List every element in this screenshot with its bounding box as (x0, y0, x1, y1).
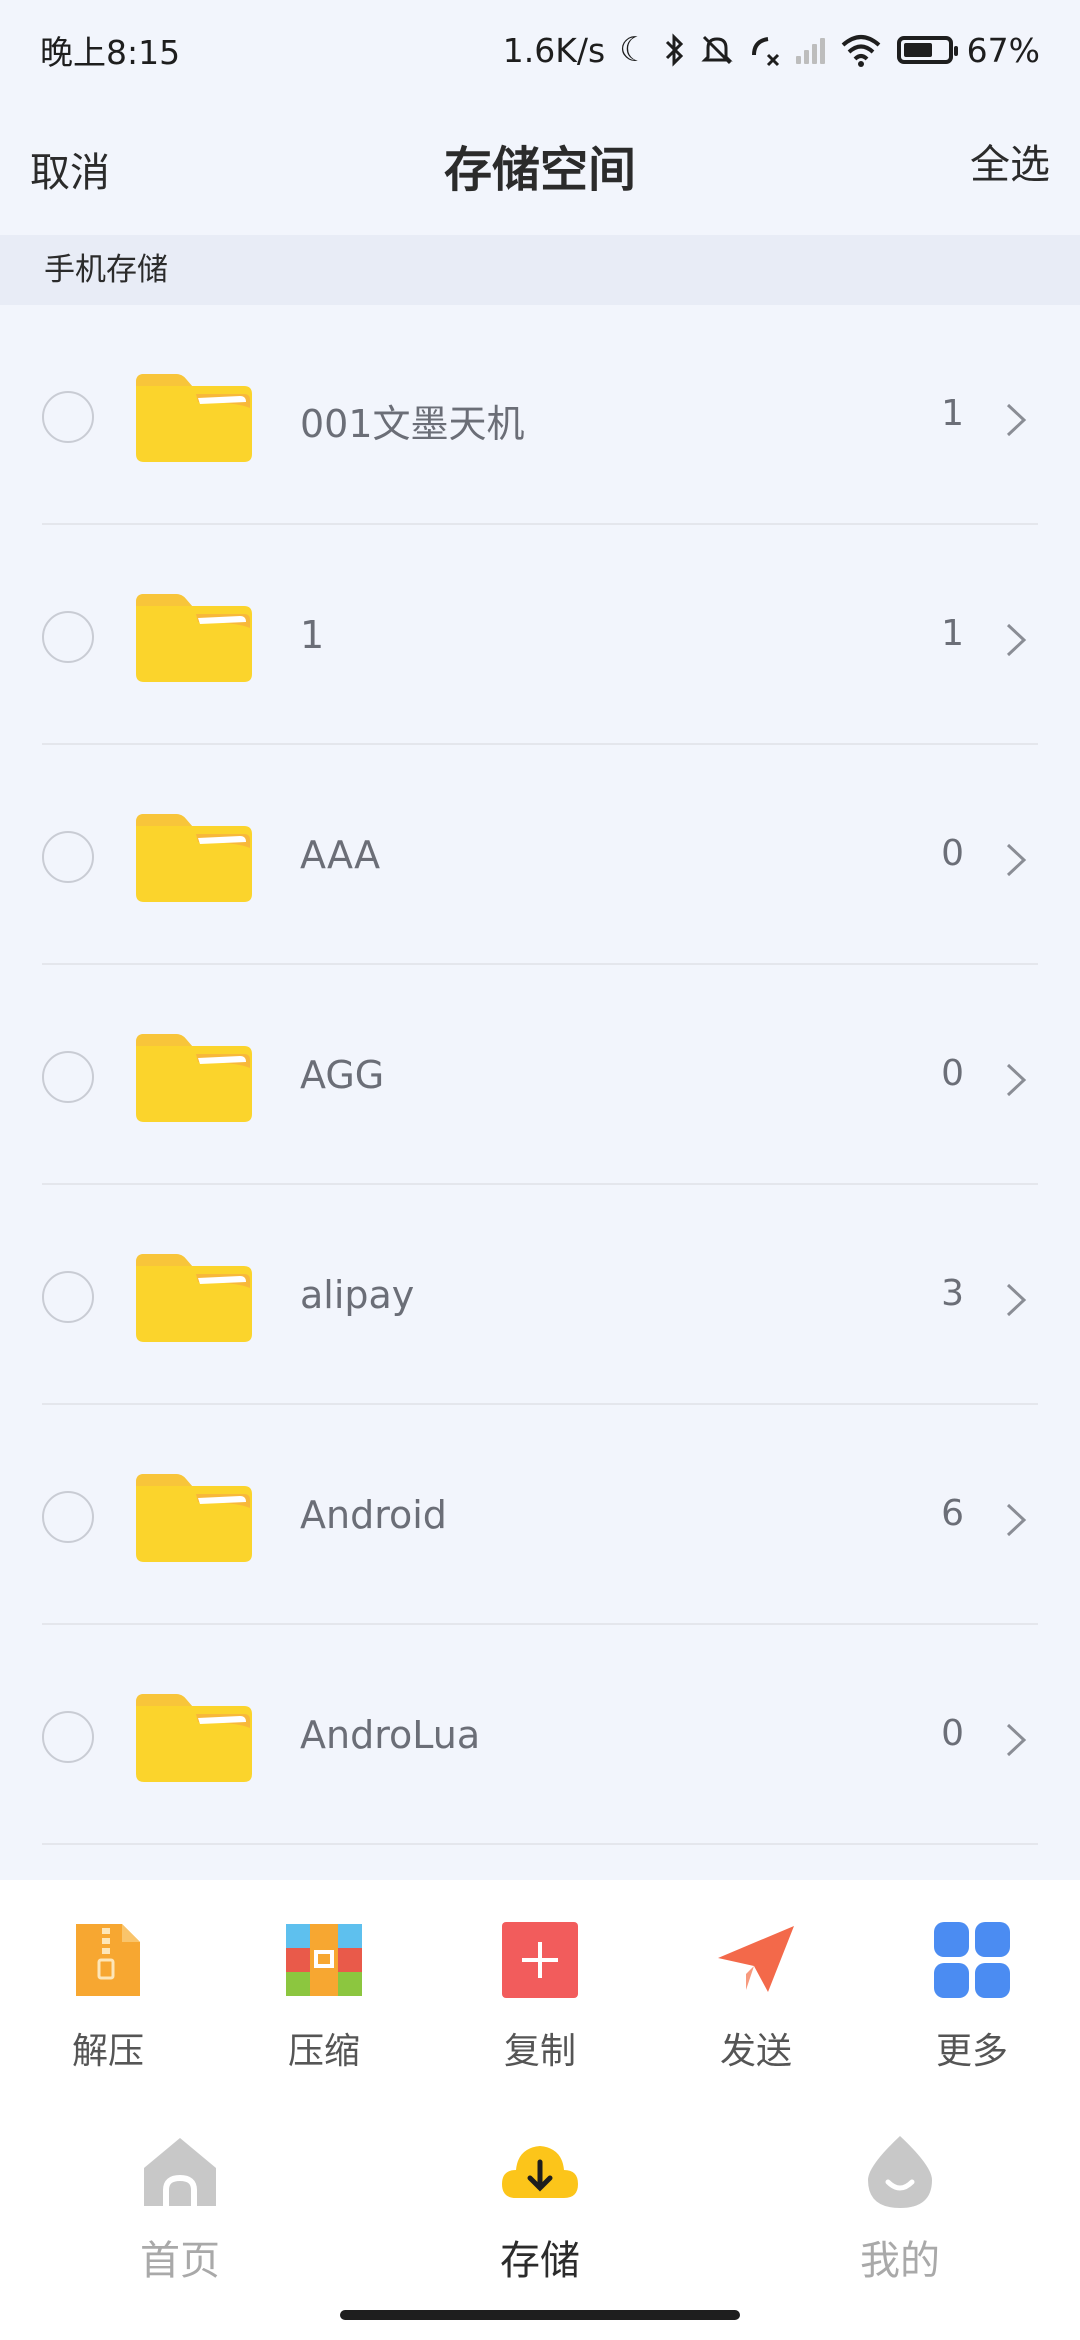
nav-storage-label: 存储 (500, 2238, 580, 2284)
chevron-right-icon (1006, 1503, 1027, 1537)
select-radio[interactable] (42, 1711, 94, 1763)
nav-home-label: 首页 (140, 2238, 220, 2284)
chevron-right-icon (1006, 1063, 1027, 1097)
file-name: 001文墨天机 (300, 402, 525, 446)
file-count: 1 (941, 393, 964, 434)
unzip-icon (76, 1924, 140, 1996)
folder-icon (136, 1474, 252, 1562)
folder-icon (136, 1694, 252, 1782)
status-icons: 1.6K/s ☾ 67% (503, 31, 1040, 70)
section-header-phone-storage: 手机存储 (0, 235, 1080, 305)
bluetooth-icon (665, 33, 683, 67)
battery-fill (903, 43, 932, 57)
more-label: 更多 (935, 2031, 1008, 2072)
unzip-button[interactable]: 解压 (0, 1880, 216, 2100)
select-all-button[interactable]: 全选 (970, 132, 1050, 190)
file-count: 3 (941, 1273, 964, 1314)
file-name: Android (300, 1493, 447, 1537)
profile-icon (868, 2136, 932, 2208)
file-name: AAA (300, 833, 381, 877)
file-row[interactable]: AndroLua 0 (0, 1625, 1080, 1845)
file-count: 1 (941, 613, 964, 654)
call-icon (751, 37, 779, 67)
title-bar: 取消 存储空间 全选 (0, 100, 1080, 235)
file-name: alipay (300, 1273, 415, 1317)
bell-muted-icon (701, 35, 733, 65)
signal-icon (795, 36, 825, 64)
unzip-label: 解压 (71, 2031, 144, 2072)
select-radio[interactable] (42, 1271, 94, 1323)
folder-icon (136, 374, 252, 462)
chevron-right-icon (1006, 843, 1027, 877)
battery-percent: 67% (966, 30, 1040, 70)
send-icon (718, 1926, 794, 1992)
send-label: 发送 (719, 2031, 792, 2072)
battery-icon (896, 36, 958, 64)
compress-button[interactable]: 压缩 (216, 1880, 432, 2100)
chevron-right-icon (1006, 623, 1027, 657)
cloud-download-icon (502, 2146, 578, 2198)
more-icon (934, 1922, 1010, 1998)
file-row[interactable]: 1 1 (0, 525, 1080, 745)
folder-icon (136, 1254, 252, 1342)
send-button[interactable]: 发送 (648, 1880, 864, 2100)
chevron-right-icon (1006, 403, 1027, 437)
copy-label: 复制 (503, 2031, 576, 2072)
status-bar: 晚上8:15 1.6K/s ☾ 67% (0, 0, 1080, 100)
status-time: 晚上8:15 (40, 33, 181, 72)
nav-profile[interactable]: 我的 (720, 2100, 1080, 2340)
copy-button[interactable]: 复制 (432, 1880, 648, 2100)
select-radio[interactable] (42, 1051, 94, 1103)
file-count: 0 (941, 833, 964, 874)
file-row[interactable]: AAA 0 (0, 745, 1080, 965)
select-radio[interactable] (42, 611, 94, 663)
net-speed: 1.6K/s (502, 30, 606, 70)
file-row[interactable]: 001文墨天机 1 (0, 305, 1080, 525)
copy-icon (502, 1922, 578, 1998)
action-bar: 解压 压缩 复制 发送 更多 (0, 1880, 1080, 2100)
page-title: 存储空间 (443, 142, 636, 198)
file-name: AGG (300, 1053, 385, 1097)
home-icon (144, 2138, 216, 2206)
wifi-icon (841, 35, 880, 67)
bottom-nav: 首页 存储 我的 (0, 2100, 1080, 2340)
more-button[interactable]: 更多 (864, 1880, 1080, 2100)
file-name: AndroLua (300, 1713, 481, 1757)
file-name: 1 (300, 613, 325, 657)
compress-label: 压缩 (287, 2031, 360, 2072)
compress-icon (286, 1924, 362, 1996)
folder-icon (136, 594, 252, 682)
select-radio[interactable] (42, 391, 94, 443)
row-divider (42, 1843, 1038, 1845)
chevron-right-icon (1006, 1283, 1027, 1317)
file-count: 0 (941, 1713, 964, 1754)
home-indicator[interactable] (340, 2310, 740, 2320)
nav-home[interactable]: 首页 (0, 2100, 360, 2340)
nav-storage[interactable]: 存储 (360, 2100, 720, 2340)
chevron-right-icon (1006, 1723, 1027, 1757)
file-count: 6 (941, 1493, 964, 1534)
file-count: 0 (941, 1053, 964, 1094)
file-row[interactable]: Android 6 (0, 1405, 1080, 1625)
moon-icon: ☾ (619, 30, 650, 70)
folder-icon (136, 814, 252, 902)
select-radio[interactable] (42, 1491, 94, 1543)
file-row[interactable]: AGG 0 (0, 965, 1080, 1185)
select-radio[interactable] (42, 831, 94, 883)
file-row[interactable]: alipay 3 (0, 1185, 1080, 1405)
nav-profile-label: 我的 (860, 2238, 940, 2284)
folder-icon (136, 1034, 252, 1122)
file-list: 001文墨天机 1 1 1 AAA 0 AGG 0 alipay 3 Andro… (0, 305, 1080, 1845)
